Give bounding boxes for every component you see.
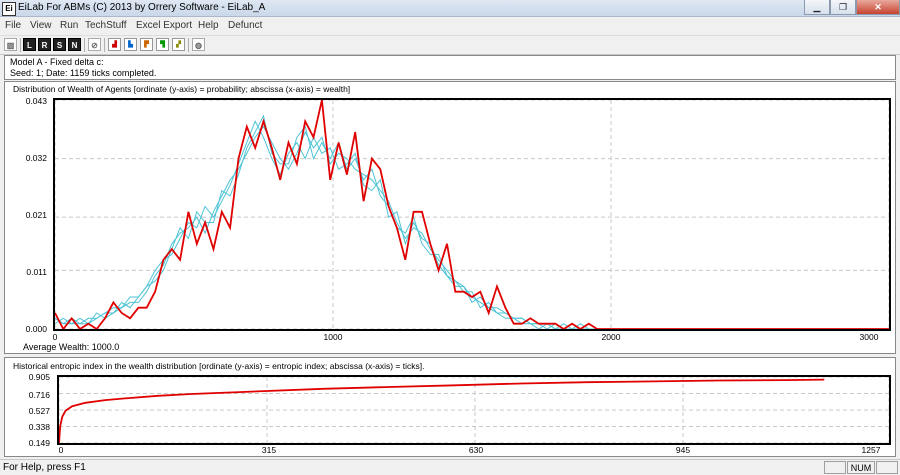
- y-tick-label: 0.716: [28, 390, 50, 400]
- y-tick-label: 0.527: [28, 406, 50, 416]
- y-tick-label: 0.338: [28, 422, 50, 432]
- tool-chart2-icon[interactable]: ▙: [124, 38, 137, 51]
- series-line-current: [58, 378, 825, 443]
- tool-n-icon[interactable]: N: [68, 38, 81, 51]
- menu-techstuff[interactable]: TechStuff: [85, 20, 127, 31]
- menu-view[interactable]: View: [30, 20, 52, 31]
- wealth-chart: [54, 99, 890, 331]
- tool-globe-icon[interactable]: ◍: [192, 38, 205, 51]
- menu-file[interactable]: File: [5, 20, 21, 31]
- tool-chart4-icon[interactable]: ▜: [156, 38, 169, 51]
- maximize-icon[interactable]: ❐: [830, 0, 856, 15]
- menu-run[interactable]: Run: [60, 20, 78, 31]
- x-tick-label: 1000: [323, 332, 343, 342]
- menu-help[interactable]: Help: [198, 20, 219, 31]
- series-line-history: [54, 120, 639, 330]
- wealth-distribution-panel: Distribution of Wealth of Agents [ordina…: [4, 81, 896, 354]
- entropy-chart: [58, 376, 890, 444]
- tool-chart3-icon[interactable]: ▛: [140, 38, 153, 51]
- model-label: Model A - Fixed delta c:: [10, 57, 104, 67]
- tool-chart5-icon[interactable]: ▞: [172, 38, 185, 51]
- status-bar: For Help, press F1 NUM: [0, 459, 900, 475]
- x-tick-label: 0: [58, 445, 64, 455]
- average-wealth-label: Average Wealth: 1000.0: [23, 342, 120, 352]
- wealth-plot-area: [53, 98, 891, 331]
- tool-s-icon[interactable]: S: [53, 38, 66, 51]
- x-tick-label: 630: [468, 445, 484, 455]
- menu-bar: File View Run TechStuff Excel Export Hel…: [0, 17, 900, 34]
- wealth-chart-title: Distribution of Wealth of Agents [ordina…: [13, 84, 351, 94]
- toolbar-separator: [104, 38, 105, 52]
- status-help-text: For Help, press F1: [3, 462, 86, 473]
- series-line-history: [54, 125, 639, 330]
- menu-defunct[interactable]: Defunct: [228, 20, 262, 31]
- num-lock-indicator: NUM: [847, 461, 875, 474]
- tool-hatch-icon[interactable]: ▨: [4, 38, 17, 51]
- status-indicator-blank: [824, 461, 846, 474]
- x-tick-label: 2000: [601, 332, 621, 342]
- x-tick-label: 3000: [859, 332, 879, 342]
- seed-label: Seed: 1; Date: 1159 ticks completed.: [10, 68, 157, 78]
- x-tick-label: 1257: [861, 445, 881, 455]
- toolbar-separator: [20, 38, 21, 52]
- minimize-icon[interactable]: ▁: [804, 0, 830, 15]
- toolbar-separator: [188, 38, 189, 52]
- status-indicator-blank: [876, 461, 898, 474]
- tool-l-icon[interactable]: L: [23, 38, 36, 51]
- entropy-plot-area: [57, 375, 891, 445]
- app-icon[interactable]: Ei: [2, 2, 16, 16]
- toolbar-separator: [84, 38, 85, 52]
- y-tick-label: 0.043: [25, 96, 47, 106]
- y-tick-label: 0.905: [28, 372, 50, 382]
- x-tick-label: 0: [52, 332, 58, 342]
- tool-chart1-icon[interactable]: ▟: [108, 38, 121, 51]
- y-tick-label: 0.021: [25, 210, 47, 220]
- series-line-current: [54, 99, 889, 331]
- tool-disabled-icon[interactable]: ⊘: [88, 38, 101, 51]
- entropic-index-panel: Historical entropic index in the wealth …: [4, 357, 896, 457]
- window-title: EiLab For ABMs (C) 2013 by Orrery Softwa…: [18, 2, 266, 13]
- menu-excel-export[interactable]: Excel Export: [136, 20, 192, 31]
- x-tick-label: 945: [675, 445, 691, 455]
- title-bar: Ei EiLab For ABMs (C) 2013 by Orrery Sof…: [0, 0, 900, 17]
- x-tick-label: 315: [261, 445, 277, 455]
- toolbar: ▨ L R S N ⊘ ▟ ▙ ▛ ▜ ▞ ◍: [0, 35, 900, 55]
- entropy-chart-title: Historical entropic index in the wealth …: [13, 361, 425, 371]
- close-icon[interactable]: ✕: [856, 0, 900, 15]
- y-tick-label: 0.032: [25, 153, 47, 163]
- info-panel: Model A - Fixed delta c: Seed: 1; Date: …: [4, 55, 896, 80]
- tool-r-icon[interactable]: R: [38, 38, 51, 51]
- y-tick-label: 0.011: [26, 267, 47, 277]
